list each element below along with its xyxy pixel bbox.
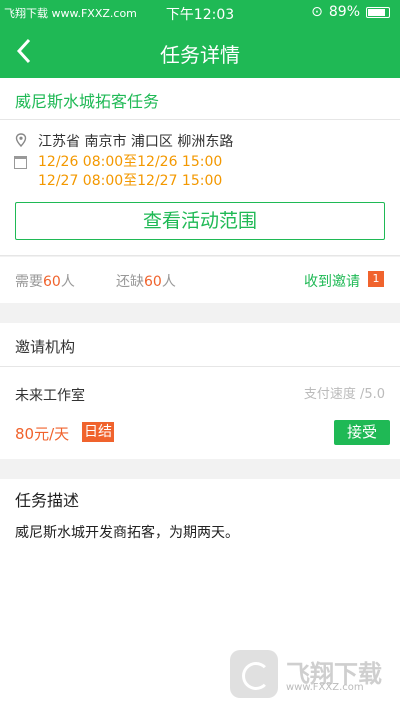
org-name: 未来工作室 [15, 388, 85, 404]
task-title: 威尼斯水城拓客任务 [15, 92, 160, 111]
orientation-lock-icon: ⊙ [311, 4, 323, 20]
watermark-url: www.FXXZ.com [286, 682, 364, 693]
daily-price: 80元/天 [15, 425, 70, 443]
watermark: 飞翔下载 www.FXXZ.com [230, 650, 390, 700]
description-heading: 任务描述 [15, 491, 80, 510]
task-address: 江苏省 南京市 浦口区 柳洲东路 [38, 134, 234, 150]
view-range-button[interactable]: 查看活动范围 [15, 202, 385, 240]
accept-button[interactable]: 接受 [334, 420, 390, 445]
task-time-1: 12/26 08:00至12/26 15:00 [38, 154, 223, 170]
task-info: 江苏省 南京市 浦口区 柳洲东路 12/26 08:00至12/26 15:00… [0, 120, 400, 256]
org-section-header: 邀请机构 [0, 323, 400, 367]
location-pin-icon [15, 133, 27, 147]
invite-count-badge: 1 [368, 271, 384, 287]
need-count: 需要60人 [15, 274, 75, 290]
description-text: 威尼斯水城开发商拓客，为期两天。 [15, 525, 239, 541]
org-section-heading: 邀请机构 [15, 338, 76, 356]
watermark-logo-icon [230, 650, 278, 698]
status-bar: 飞翔下载 www.FXXZ.com 下午12:03 ⊙ 89% [0, 0, 400, 26]
payment-speed: 支付速度 /5.0 [303, 387, 385, 402]
page-title: 任务详情 [160, 43, 240, 67]
short-count: 还缺60人 [116, 274, 176, 290]
task-stats: 需要60人 还缺60人 收到邀请 1 [0, 257, 400, 303]
settle-tag: 日结 [82, 422, 114, 442]
task-time-2: 12/27 08:00至12/27 15:00 [38, 173, 223, 189]
received-invites-link[interactable]: 收到邀请 [304, 271, 360, 291]
calendar-icon [14, 156, 27, 169]
battery-percent: 89% [328, 4, 360, 20]
nav-bar: 任务详情 [0, 26, 400, 78]
status-right: ⊙ 89% [311, 4, 390, 20]
battery-icon [366, 6, 390, 18]
task-title-row: 威尼斯水城拓客任务 [0, 78, 400, 120]
org-item: 未来工作室 支付速度 /5.0 80元/天 日结 接受 [0, 367, 400, 459]
